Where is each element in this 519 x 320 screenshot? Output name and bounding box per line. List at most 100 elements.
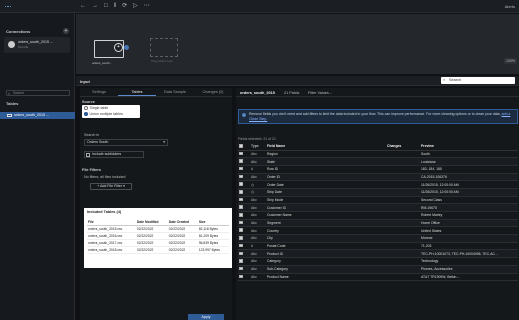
field-changes bbox=[386, 203, 420, 212]
field-type-icon[interactable]: Abc bbox=[250, 234, 266, 243]
table-row[interactable]: orders_south_2017.csv 02/22/2022 02/22/2… bbox=[87, 239, 229, 247]
tab-data-sample[interactable]: Data Sample bbox=[156, 88, 194, 96]
field-row[interactable]: Abc Sub-Category Phones, Accessories bbox=[238, 265, 518, 274]
tab-changes[interactable]: Changes (0) bbox=[194, 88, 232, 96]
field-row[interactable]: # Row ID 183, 184, 185 bbox=[238, 165, 518, 174]
tab-settings[interactable]: Settings bbox=[80, 88, 118, 96]
field-type-icon[interactable]: Abc bbox=[250, 219, 266, 228]
connection-item[interactable]: orders_south_2015 ... Text file bbox=[4, 37, 70, 53]
field-type-icon[interactable]: Abc bbox=[250, 173, 266, 182]
field-checkbox[interactable] bbox=[238, 249, 250, 259]
filter-values-button[interactable]: Filter Values... bbox=[308, 91, 332, 95]
field-checkbox[interactable] bbox=[238, 173, 250, 182]
field-row[interactable]: Abc Category Technology bbox=[238, 257, 518, 266]
field-row[interactable]: Abc Region South bbox=[238, 150, 518, 159]
size-cell: 81,209 Bytes bbox=[197, 232, 229, 240]
field-checkbox[interactable] bbox=[238, 157, 250, 166]
field-search-input[interactable]: ⌕ Search bbox=[441, 77, 515, 84]
field-row[interactable]: ◷ Ship Date 11/26/2015, 12:00:00 AM bbox=[238, 188, 518, 197]
field-checkbox[interactable] bbox=[238, 165, 250, 174]
node-connector-icon[interactable] bbox=[124, 45, 129, 50]
select-all-checkbox[interactable] bbox=[238, 143, 250, 151]
single-table-option[interactable]: Single table bbox=[84, 106, 108, 110]
field-checkbox[interactable] bbox=[238, 219, 250, 228]
field-checkbox[interactable] bbox=[238, 234, 250, 243]
zoom-level[interactable]: 100% bbox=[504, 58, 517, 64]
field-row[interactable]: Abc State Louisiana bbox=[238, 157, 518, 166]
field-row[interactable]: Abc Segment Home Office bbox=[238, 219, 518, 228]
field-type-icon[interactable]: ◷ bbox=[250, 188, 266, 197]
field-checkbox[interactable] bbox=[238, 180, 250, 189]
field-row[interactable]: ◷ Order Date 11/26/2015, 12:00:00 AM bbox=[238, 180, 518, 189]
field-name: Product ID bbox=[266, 249, 386, 259]
field-type-icon[interactable]: Abc bbox=[250, 257, 266, 266]
table-row[interactable]: orders_south_2015.csv 02/22/2022 02/22/2… bbox=[87, 225, 229, 233]
field-type-icon[interactable]: # bbox=[250, 242, 266, 251]
add-step-icon[interactable]: + bbox=[114, 43, 123, 52]
table-item[interactable]: orders_south_2015 ... bbox=[0, 112, 75, 119]
input-config-panel: Settings Tables Data Sample Changes (0) … bbox=[80, 88, 232, 320]
apply-button[interactable]: Apply bbox=[188, 314, 224, 320]
field-type-icon[interactable]: Abc bbox=[250, 249, 266, 259]
add-file-filter-button[interactable]: + Add File Filter ▾ bbox=[90, 183, 132, 190]
table-row[interactable]: orders_south_2018.csv 02/22/2022 02/22/2… bbox=[87, 246, 229, 254]
field-preview: 11/26/2015, 12:00:00 AM bbox=[420, 188, 518, 197]
alerts-link[interactable]: Alerts bbox=[505, 4, 515, 9]
add-connection-button[interactable]: + bbox=[63, 28, 69, 34]
field-changes bbox=[386, 150, 420, 159]
field-checkbox[interactable] bbox=[238, 196, 250, 205]
field-type-icon[interactable]: Abc bbox=[250, 265, 266, 274]
field-row[interactable]: Abc Customer Name Robert Marley bbox=[238, 211, 518, 220]
back-icon[interactable]: ← bbox=[80, 3, 86, 9]
field-row[interactable]: # Postal Code 71,203 bbox=[238, 242, 518, 251]
field-checkbox[interactable] bbox=[238, 265, 250, 274]
table-row[interactable]: orders_south_2016.csv 02/22/2022 02/22/2… bbox=[87, 232, 229, 240]
tab-tables[interactable]: Tables bbox=[118, 88, 156, 96]
forward-icon[interactable]: → bbox=[92, 3, 98, 9]
field-type-icon[interactable]: ◷ bbox=[250, 180, 266, 189]
fields-count[interactable]: 21 Fields bbox=[284, 91, 299, 95]
col-field-name[interactable]: Field Name bbox=[266, 143, 386, 151]
field-row[interactable]: Abc Ship Mode Second Class bbox=[238, 196, 518, 205]
union-tables-option[interactable]: Union multiple tables bbox=[84, 112, 123, 116]
field-type-icon[interactable]: # bbox=[250, 165, 266, 174]
field-row[interactable]: Abc Product ID TEC-PH-10001073, TEC-PH-100… bbox=[238, 249, 518, 259]
flow-canvas[interactable]: + orders_south... Drag tables here 100% bbox=[76, 14, 519, 74]
col-preview[interactable]: Preview bbox=[420, 143, 518, 151]
field-type-icon[interactable]: Abc bbox=[250, 157, 266, 166]
field-row[interactable]: Abc Product Name AT&T TR1909W, Belkin ... bbox=[238, 273, 518, 282]
field-row[interactable]: Abc City Monroe bbox=[238, 234, 518, 243]
field-type-icon[interactable]: Abc bbox=[250, 196, 266, 205]
field-type-icon[interactable]: Abc bbox=[250, 203, 266, 212]
field-checkbox[interactable] bbox=[238, 226, 250, 236]
field-type-icon[interactable]: Abc bbox=[250, 226, 266, 236]
fields-table: Type Field Name Changes Preview Abc Regio… bbox=[238, 143, 518, 282]
refresh-icon[interactable]: ⟳ bbox=[122, 3, 127, 9]
run-icon[interactable]: ▷ bbox=[133, 3, 138, 9]
col-changes[interactable]: Changes bbox=[386, 143, 420, 151]
pause-icon[interactable]: ‖ bbox=[114, 3, 116, 9]
field-changes bbox=[386, 180, 420, 189]
more-icon[interactable]: ⋯ bbox=[144, 3, 150, 9]
save-icon[interactable]: □ bbox=[104, 3, 108, 9]
field-type-icon[interactable]: Abc bbox=[250, 150, 266, 159]
field-type-icon[interactable]: Abc bbox=[250, 273, 266, 282]
field-name: Ship Mode bbox=[266, 196, 386, 205]
field-type-icon[interactable]: Abc bbox=[250, 211, 266, 220]
col-type[interactable]: Type bbox=[250, 143, 266, 151]
field-row[interactable]: Abc Customer ID RM-19675 bbox=[238, 203, 518, 212]
field-checkbox[interactable] bbox=[238, 188, 250, 197]
field-changes bbox=[386, 242, 420, 251]
field-checkbox[interactable] bbox=[238, 211, 250, 220]
include-subfolders-checkbox[interactable]: Include subfolders bbox=[84, 151, 144, 158]
field-row[interactable]: Abc Order ID CA-2015-106376 bbox=[238, 173, 518, 182]
tables-search-input[interactable]: ⌕ Search bbox=[6, 90, 70, 96]
field-checkbox[interactable] bbox=[238, 273, 250, 282]
search-in-select[interactable]: Orders South ▾ bbox=[84, 139, 168, 146]
field-checkbox[interactable] bbox=[238, 150, 250, 159]
drop-target[interactable] bbox=[150, 38, 178, 57]
field-checkbox[interactable] bbox=[238, 203, 250, 212]
field-row[interactable]: Abc Country United States bbox=[238, 226, 518, 236]
field-checkbox[interactable] bbox=[238, 257, 250, 266]
field-checkbox[interactable] bbox=[238, 242, 250, 251]
